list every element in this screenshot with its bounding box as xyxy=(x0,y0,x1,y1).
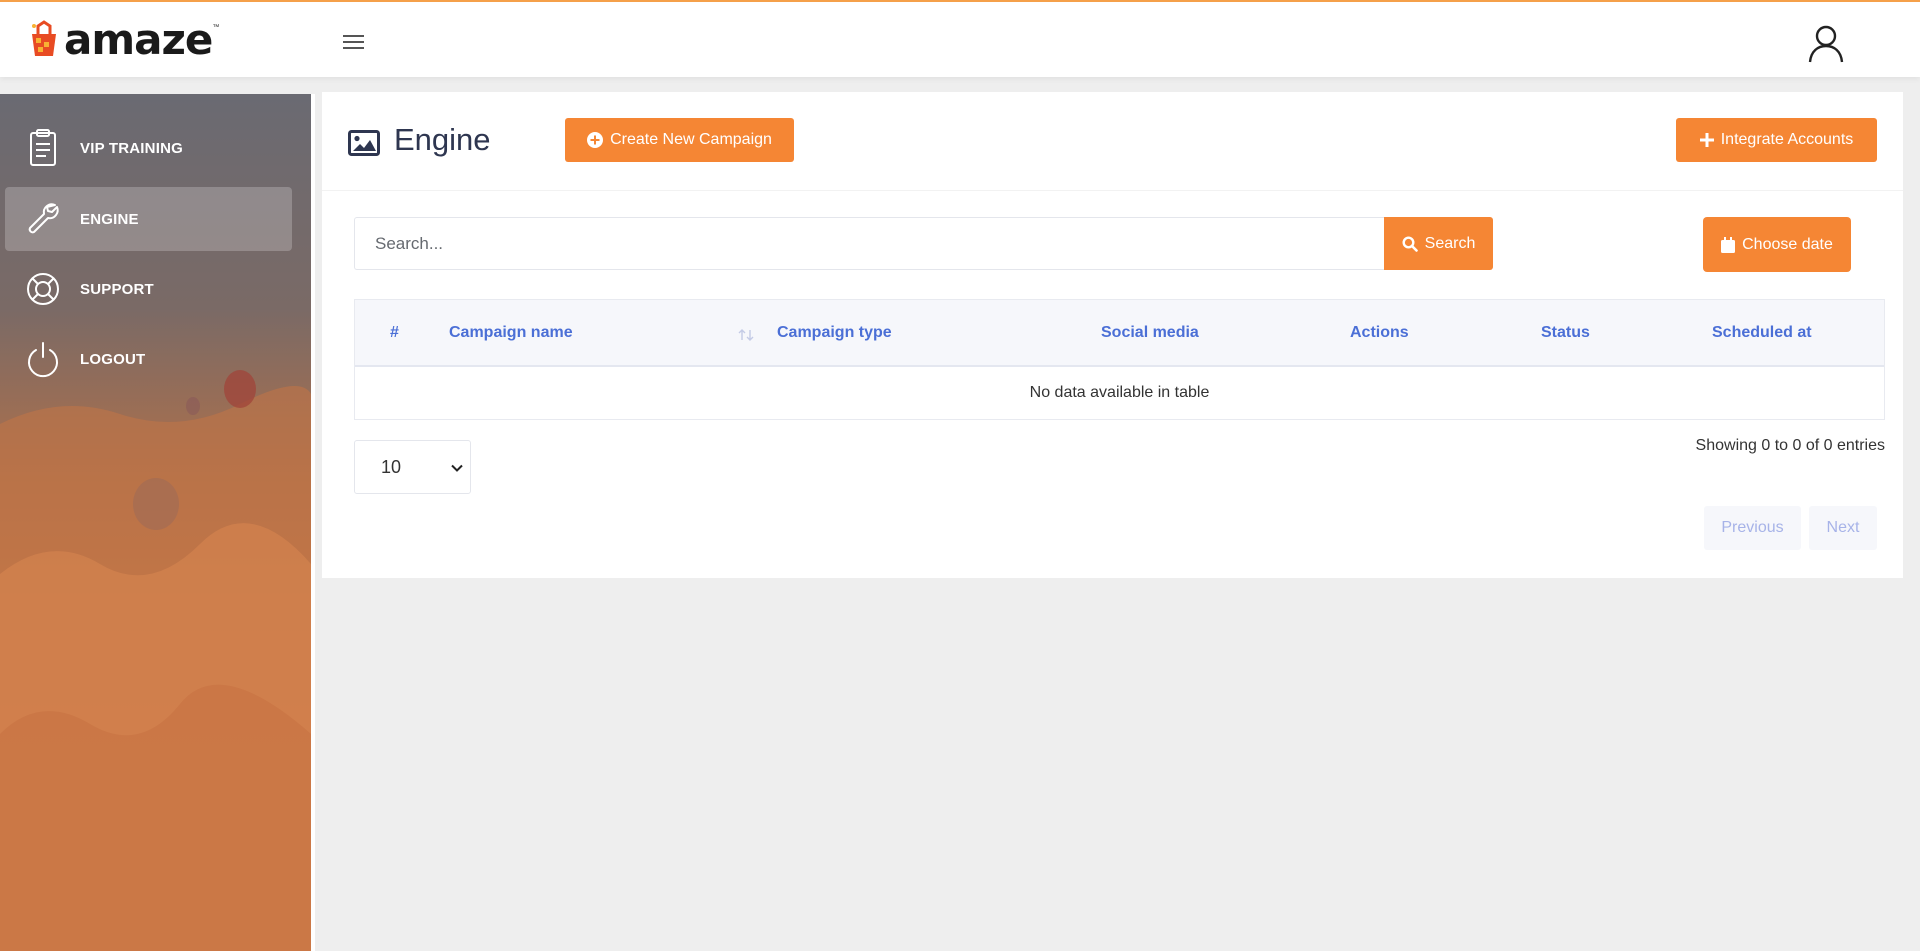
create-campaign-label: Create New Campaign xyxy=(610,131,772,148)
column-header-scheduled-at[interactable]: Scheduled at xyxy=(1712,300,1812,365)
sidebar-item-engine[interactable]: ENGINE xyxy=(5,187,292,251)
image-icon xyxy=(348,130,380,156)
column-header-campaign-type[interactable]: Campaign type xyxy=(777,300,892,365)
hamburger-icon[interactable] xyxy=(342,32,366,52)
brand-name: amaze xyxy=(64,15,213,64)
page-size-value: 10 xyxy=(381,456,402,477)
campaigns-card: Engine Create New Campaign Integrate Acc… xyxy=(322,92,1903,578)
choose-date-label: Choose date xyxy=(1742,235,1833,253)
calendar-icon xyxy=(1721,236,1736,253)
next-page-button[interactable]: Next xyxy=(1809,506,1877,550)
column-header-social-media[interactable]: Social media xyxy=(1101,300,1199,365)
integrate-accounts-label: Integrate Accounts xyxy=(1720,131,1854,148)
top-bar: amaze ™ xyxy=(0,0,1920,77)
wrench-icon xyxy=(28,203,59,234)
sidebar: VIP TRAINING ENGINE SUPPORT LOGOUT xyxy=(0,94,311,951)
sidebar-item-label: ENGINE xyxy=(80,210,139,228)
previous-page-button[interactable]: Previous xyxy=(1704,506,1801,550)
search-button-label: Search xyxy=(1424,234,1476,252)
campaigns-table: # Campaign name Campaign type Social med… xyxy=(354,299,1885,420)
user-icon[interactable] xyxy=(1806,24,1846,64)
column-header-status[interactable]: Status xyxy=(1541,300,1590,365)
search-button[interactable]: Search xyxy=(1384,217,1493,270)
plus-circle-icon xyxy=(587,132,604,148)
table-header: # Campaign name Campaign type Social med… xyxy=(355,300,1884,367)
brand-logo[interactable]: amaze ™ xyxy=(26,18,219,62)
choose-date-button[interactable]: Choose date xyxy=(1703,217,1851,272)
column-header-actions[interactable]: Actions xyxy=(1350,300,1409,365)
column-header-index[interactable]: # xyxy=(390,300,399,365)
card-header: Engine Create New Campaign Integrate Acc… xyxy=(322,92,1903,191)
lifebuoy-icon xyxy=(27,273,59,305)
page-size-select[interactable]: 10 xyxy=(354,440,471,494)
table-empty-message: No data available in table xyxy=(1029,384,1210,401)
search-icon xyxy=(1402,235,1418,252)
logo-mark-icon xyxy=(32,20,56,56)
brand-trademark: ™ xyxy=(212,24,220,31)
create-campaign-button[interactable]: Create New Campaign xyxy=(565,118,794,162)
sort-icon[interactable] xyxy=(737,328,755,342)
sidebar-item-label: LOGOUT xyxy=(80,350,146,368)
chevron-down-icon xyxy=(451,464,463,472)
entries-info: Showing 0 to 0 of 0 entries xyxy=(1695,437,1885,454)
plus-icon xyxy=(1699,133,1714,147)
sidebar-item-vip-training[interactable]: VIP TRAINING xyxy=(5,116,292,180)
column-header-campaign-name[interactable]: Campaign name xyxy=(449,300,573,365)
integrate-accounts-button[interactable]: Integrate Accounts xyxy=(1676,118,1877,162)
power-icon xyxy=(28,342,58,378)
sidebar-item-label: VIP TRAINING xyxy=(80,139,183,157)
search-input[interactable] xyxy=(354,217,1387,270)
sidebar-item-label: SUPPORT xyxy=(80,280,154,298)
page-title: Engine xyxy=(394,122,491,157)
sidebar-divider xyxy=(311,94,315,951)
sidebar-item-support[interactable]: SUPPORT xyxy=(5,257,292,321)
sidebar-item-logout[interactable]: LOGOUT xyxy=(5,327,292,391)
clipboard-icon xyxy=(30,129,56,166)
